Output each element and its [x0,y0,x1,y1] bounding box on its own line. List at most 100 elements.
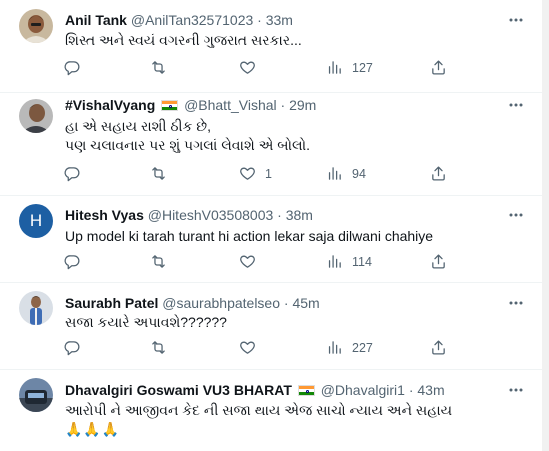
action-bar: 227 [64,339,452,359]
separator-dot: · [408,382,414,398]
retweet-icon [150,165,167,182]
reply-button[interactable] [64,59,81,76]
tweet-header: Saurabh Patel @saurabhpatelseo · 45m [65,295,320,312]
view-count: 94 [352,166,366,181]
tweet-hitesh-vyas[interactable]: H Hitesh Vyas @HiteshV03508003 · 38m Up … [0,196,542,283]
avatar[interactable] [19,99,53,133]
tweet-text: આરોપી ને આજીવન કેદ ની સજા થાય એજ સાચો ન્… [65,401,452,439]
tweet-text-line: આરોપી ને આજીવન કેદ ની સજા થાય એજ સાચો ન્… [65,402,453,418]
tweet-text: સજા કયારે અપાવશે?????? [65,313,227,332]
views-icon [326,253,343,270]
user-handle[interactable]: @saurabhpatelseo [162,295,280,311]
views-button[interactable]: 127 [326,59,373,76]
tweet-text-line: શિસ્ત અને સ્વયં વગરની ગુજરાત સરકાર... [65,32,302,48]
tweet-text: હા એ સહાય રાશી ઠીક છે, પણ ચલાવનાર પર શું… [65,117,310,155]
more-icon[interactable] [508,382,524,398]
views-icon [326,165,343,182]
tweet-text-line: પણ ચલાવનાર પર શું પગલાં લેવાશે એ બોલો. [65,137,311,153]
timestamp[interactable]: 38m [286,207,313,223]
reply-button[interactable] [64,339,81,356]
share-button[interactable] [430,59,447,76]
views-button[interactable]: 227 [326,339,373,356]
reply-icon [64,165,81,182]
views-button[interactable]: 114 [326,253,372,270]
view-count: 127 [352,60,373,75]
folded-hands-emoji: 🙏🙏🙏 [65,421,121,437]
share-button[interactable] [430,165,447,182]
display-name[interactable]: Anil Tank [65,12,127,28]
like-button[interactable] [239,339,265,356]
india-flag-icon [297,385,315,396]
more-icon[interactable] [508,97,524,113]
share-button[interactable] [430,253,447,270]
user-handle[interactable]: @AnilTan32571023 [131,12,253,28]
share-icon [430,253,447,270]
views-button[interactable]: 94 [326,165,366,182]
separator-dot: · [277,207,282,223]
like-icon [239,165,256,182]
display-name[interactable]: #VishalVyang [65,97,155,113]
like-icon [239,59,256,76]
like-button[interactable] [239,59,265,76]
reply-button[interactable] [64,253,81,270]
reply-icon [64,59,81,76]
separator-dot: · [283,295,289,311]
display-name[interactable]: Saurabh Patel [65,295,158,311]
user-handle[interactable]: @HiteshV03508003 [148,207,274,223]
action-bar: 1 94 [64,165,452,185]
avatar[interactable] [19,291,53,325]
display-name[interactable]: Hitesh Vyas [65,207,144,223]
more-icon[interactable] [508,295,524,311]
like-button[interactable] [239,253,265,270]
like-icon [239,339,256,356]
tweet-anil-tank[interactable]: Anil Tank @AnilTan32571023 · 33m શિસ્ત અ… [0,0,542,93]
views-icon [326,59,343,76]
timestamp[interactable]: 33m [266,12,293,28]
more-icon[interactable] [508,12,524,28]
tweet-saurabh-patel[interactable]: Saurabh Patel @saurabhpatelseo · 45m સજા… [0,283,542,370]
display-name[interactable]: Dhavalgiri Goswami VU3 BHARAT [65,382,292,398]
retweet-icon [150,59,167,76]
like-button[interactable]: 1 [239,165,272,182]
like-count: 1 [265,166,272,181]
like-icon [239,253,256,270]
reply-icon [64,253,81,270]
user-handle[interactable]: @Dhavalgiri1 [321,382,405,398]
avatar[interactable]: H [19,204,53,238]
tweet-dhavalgiri-goswami[interactable]: Dhavalgiri Goswami VU3 BHARAT @Dhavalgir… [0,370,542,451]
tweet-text-line: Up model ki tarah turant hi action lekar… [65,228,434,244]
tweet-header: Dhavalgiri Goswami VU3 BHARAT @Dhavalgir… [65,382,445,399]
share-icon [430,165,447,182]
reply-button[interactable] [64,165,81,182]
retweet-button[interactable] [150,59,167,76]
action-bar: 127 [64,59,452,79]
timestamp[interactable]: 43m [417,382,444,398]
views-icon [326,339,343,356]
tweet-text-line: હા એ સહાય રાશી ઠીક છે, [65,118,212,134]
separator-dot: · [257,12,262,28]
scrollbar[interactable] [542,0,549,451]
tweet-header: #VishalVyang @Bhatt_Vishal · 29m [65,97,316,114]
avatar[interactable] [19,378,53,412]
share-icon [430,339,447,356]
share-button[interactable] [430,339,447,356]
reply-icon [64,339,81,356]
separator-dot: · [280,97,286,113]
action-bar: 114 [64,253,452,273]
timestamp[interactable]: 29m [289,97,316,113]
view-count: 114 [352,254,372,269]
view-count: 227 [352,340,373,355]
reply-feed: Anil Tank @AnilTan32571023 · 33m શિસ્ત અ… [0,0,542,451]
user-handle[interactable]: @Bhatt_Vishal [184,97,277,113]
retweet-button[interactable] [150,165,167,182]
share-icon [430,59,447,76]
retweet-icon [150,253,167,270]
tweet-text: Up model ki tarah turant hi action lekar… [65,227,433,246]
retweet-button[interactable] [150,339,167,356]
timestamp[interactable]: 45m [292,295,319,311]
tweet-vishal-vyang[interactable]: #VishalVyang @Bhatt_Vishal · 29m હા એ સહ… [0,93,542,196]
more-icon[interactable] [508,207,524,223]
avatar[interactable] [19,9,53,43]
tweet-text: શિસ્ત અને સ્વયં વગરની ગુજરાત સરકાર... [65,31,302,50]
retweet-button[interactable] [150,253,167,270]
